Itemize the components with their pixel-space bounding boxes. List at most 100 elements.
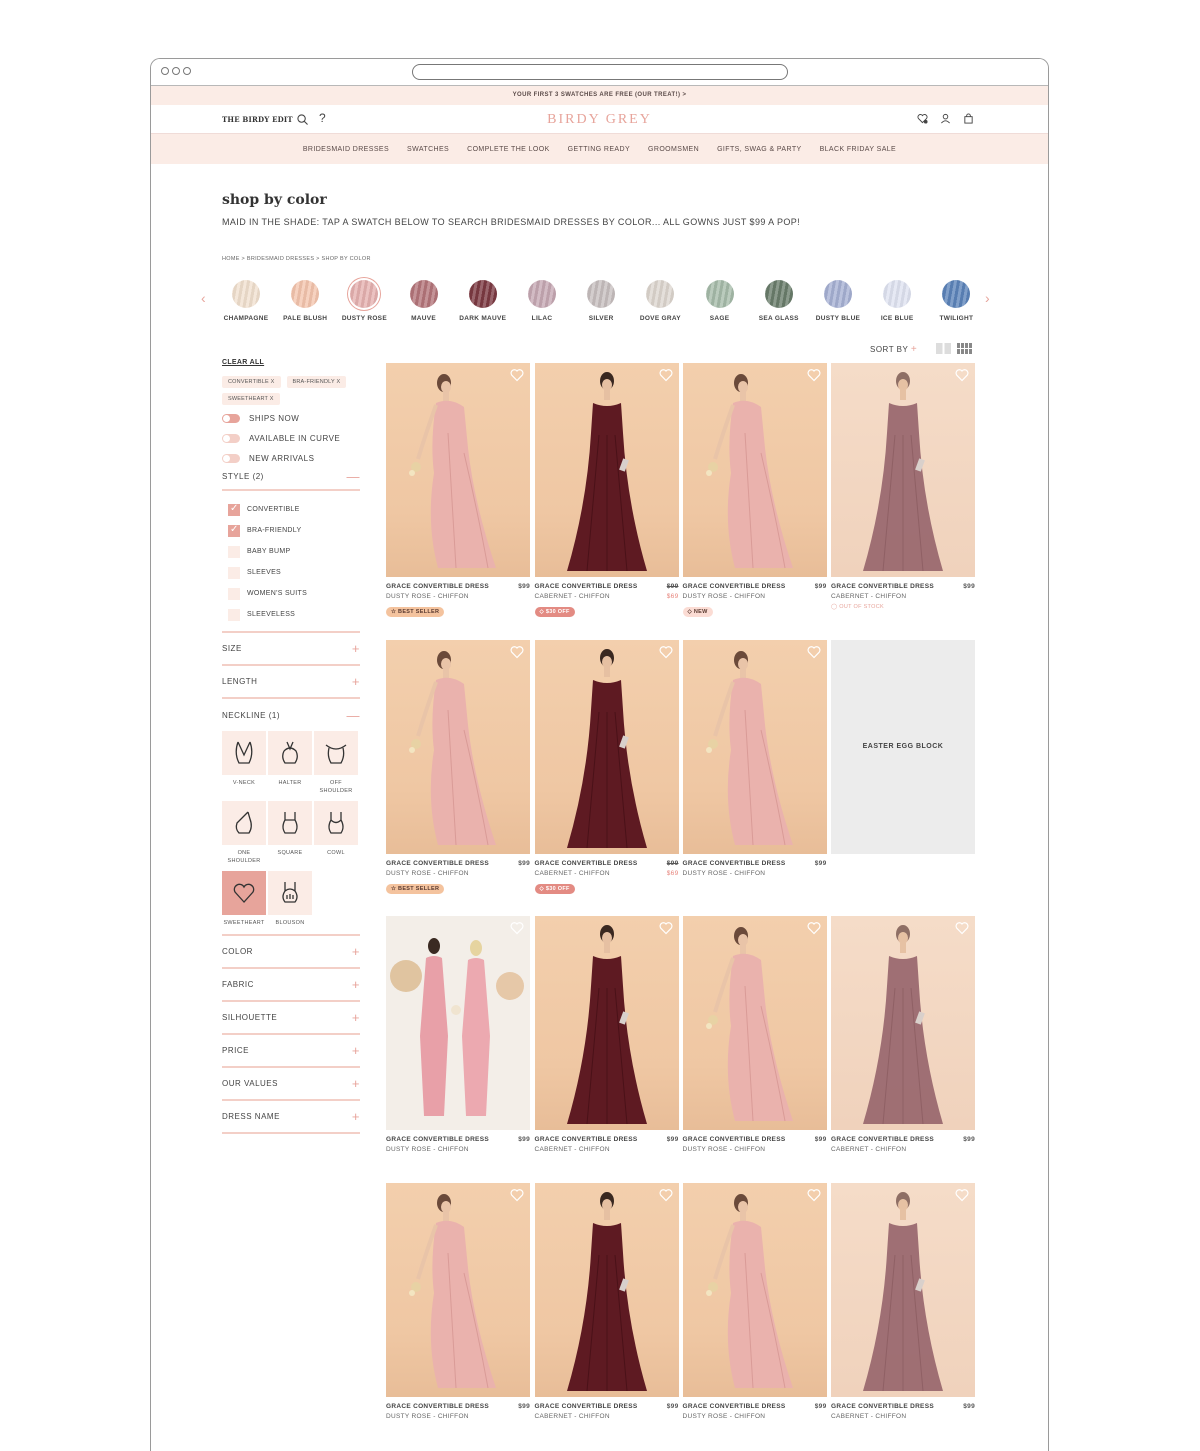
brand-logo[interactable]: BIRDY GREY [151,112,1048,128]
neckline-off-shoulder[interactable]: OFF SHOULDER [314,731,358,799]
toggle-switch[interactable] [222,454,240,463]
checkbox-icon[interactable] [228,608,240,621]
filter-size[interactable]: SIZE + [222,633,360,666]
product-card[interactable]: GRACE CONVERTIBLE DRESS $99 CABERNET - CHI… [534,639,679,895]
wishlist-icon[interactable] [917,113,928,124]
product-name[interactable]: GRACE CONVERTIBLE DRESS [683,583,786,590]
product-name[interactable]: GRACE CONVERTIBLE DRESS [535,583,638,590]
product-name[interactable]: GRACE CONVERTIBLE DRESS [535,1136,638,1143]
wishlist-heart-icon[interactable] [659,368,673,382]
product-image[interactable] [682,1182,827,1397]
swatch-circle[interactable] [409,280,438,308]
toggle-switch[interactable] [222,434,240,443]
product-name[interactable]: GRACE CONVERTIBLE DRESS [683,860,786,867]
window-dot-icon[interactable] [183,67,191,75]
neckline-v-neck[interactable]: V-NECK [222,731,266,799]
swatch-dove-gray[interactable]: DOVE GRAY [632,280,688,322]
toggle-switch[interactable] [222,414,240,423]
promo-banner[interactable]: YOUR FIRST 3 SWATCHES ARE FREE (OUR TREA… [151,86,1048,105]
product-image[interactable] [534,363,679,577]
filter-price[interactable]: PRICE + [222,1035,360,1068]
checkbox-icon[interactable] [228,545,240,558]
swatch-twilight[interactable]: TWILIGHT [928,280,984,322]
wishlist-heart-icon[interactable] [807,368,821,382]
swatch-circle[interactable] [883,280,912,308]
neckline-tile[interactable] [268,801,312,845]
wishlist-heart-icon[interactable] [807,645,821,659]
swatch-circle[interactable] [942,280,971,308]
neckline-one-shoulder[interactable]: ONE SHOULDER [222,801,266,869]
product-image[interactable] [534,1182,679,1397]
checkbox-checked-icon[interactable] [228,503,240,516]
product-image[interactable] [682,363,827,577]
toggle-new-arrivals[interactable]: NEW ARRIVALS [222,454,360,463]
swatch-silver[interactable]: SILVER [573,280,629,322]
filter-chip[interactable]: SWEETHEART X [222,393,280,405]
grid-2col-icon[interactable] [936,343,951,354]
swatch-lilac[interactable]: LILAC [514,280,570,322]
wishlist-heart-icon[interactable] [510,368,524,382]
product-name[interactable]: GRACE CONVERTIBLE DRESS [831,583,934,590]
product-image[interactable] [682,916,827,1130]
style-option[interactable]: WOMEN'S SUITS [222,583,360,604]
swatch-ice-blue[interactable]: ICE BLUE [869,280,925,322]
swatch-sea-glass[interactable]: SEA GLASS [751,280,807,322]
breadcrumb[interactable]: HOME > BRIDESMAID DRESSES > SHOP BY COLO… [222,256,371,262]
neckline-square[interactable]: SQUARE [268,801,312,869]
product-card[interactable]: GRACE CONVERTIBLE DRESS $99 DUSTY ROSE - C… [682,1182,827,1420]
product-name[interactable]: GRACE CONVERTIBLE DRESS [386,860,489,867]
neckline-halter[interactable]: HALTER [268,731,312,799]
wishlist-heart-icon[interactable] [955,921,969,935]
neckline-tile[interactable] [222,801,266,845]
product-card[interactable]: GRACE CONVERTIBLE DRESS $99 CABERNET - CHI… [534,363,679,618]
bag-icon[interactable] [963,113,974,124]
neckline-sweetheart[interactable]: SWEETHEART [222,871,266,939]
window-dot-icon[interactable] [172,67,180,75]
window-dot-icon[interactable] [161,67,169,75]
filter-neckline-header[interactable]: NECKLINE (1) — [222,699,360,732]
style-option[interactable]: CONVERTIBLE [222,499,360,520]
filter-our-values[interactable]: OUR VALUES + [222,1068,360,1101]
product-card[interactable]: GRACE CONVERTIBLE DRESS $99 CABERNET - CHI… [831,1182,975,1420]
product-card[interactable]: GRACE CONVERTIBLE DRESS $99 CABERNET - CHI… [534,1182,679,1420]
carousel-prev-icon[interactable]: ‹ [201,290,206,306]
neckline-blouson[interactable]: BLOUSON [268,871,312,939]
product-image[interactable] [386,639,530,854]
nav-complete-the-look[interactable]: COMPLETE THE LOOK [467,146,550,153]
product-card[interactable]: GRACE CONVERTIBLE DRESS $99 CABERNET - CHI… [831,363,975,610]
product-card[interactable]: GRACE CONVERTIBLE DRESS $99 DUSTY ROSE - C… [682,639,827,877]
easter-egg-block[interactable]: EASTER EGG BLOCK [831,639,975,854]
swatch-dusty-rose[interactable]: DUSTY ROSE [336,280,392,322]
swatch-mauve[interactable]: MAUVE [396,280,452,322]
wishlist-heart-icon[interactable] [659,645,673,659]
product-name[interactable]: GRACE CONVERTIBLE DRESS [535,1403,638,1410]
wishlist-heart-icon[interactable] [659,1188,673,1202]
product-image[interactable] [386,916,530,1130]
nav-bridesmaid-dresses[interactable]: BRIDESMAID DRESSES [303,146,389,153]
carousel-next-icon[interactable]: › [985,290,990,306]
nav-groomsmen[interactable]: GROOMSMEN [648,146,699,153]
swatch-circle[interactable] [528,280,556,308]
wishlist-heart-icon[interactable] [807,1188,821,1202]
swatch-pale-blush[interactable]: PALE BLUSH [277,280,333,322]
product-name[interactable]: GRACE CONVERTIBLE DRESS [386,1136,489,1143]
swatch-circle[interactable] [764,280,793,308]
swatch-dusty-blue[interactable]: DUSTY BLUE [810,280,866,322]
neckline-tile[interactable] [268,731,312,775]
product-image[interactable] [534,639,679,854]
product-name[interactable]: GRACE CONVERTIBLE DRESS [535,860,638,867]
style-option[interactable]: SLEEVELESS [222,604,360,625]
product-card[interactable]: GRACE CONVERTIBLE DRESS $99 CABERNET - CHI… [534,916,679,1153]
filter-dress-name[interactable]: DRESS NAME + [222,1101,360,1134]
product-card[interactable]: GRACE CONVERTIBLE DRESS $99 DUSTY ROSE - C… [386,363,530,618]
wishlist-heart-icon[interactable] [807,921,821,935]
wishlist-heart-icon[interactable] [510,1188,524,1202]
checkbox-icon[interactable] [228,587,240,600]
product-image[interactable] [682,639,827,854]
swatch-circle[interactable] [468,280,497,308]
product-name[interactable]: GRACE CONVERTIBLE DRESS [683,1136,786,1143]
product-name[interactable]: GRACE CONVERTIBLE DRESS [831,1403,934,1410]
address-bar[interactable] [412,64,788,80]
toggle-ships-now[interactable]: SHIPS NOW [222,414,360,423]
wishlist-heart-icon[interactable] [955,1188,969,1202]
